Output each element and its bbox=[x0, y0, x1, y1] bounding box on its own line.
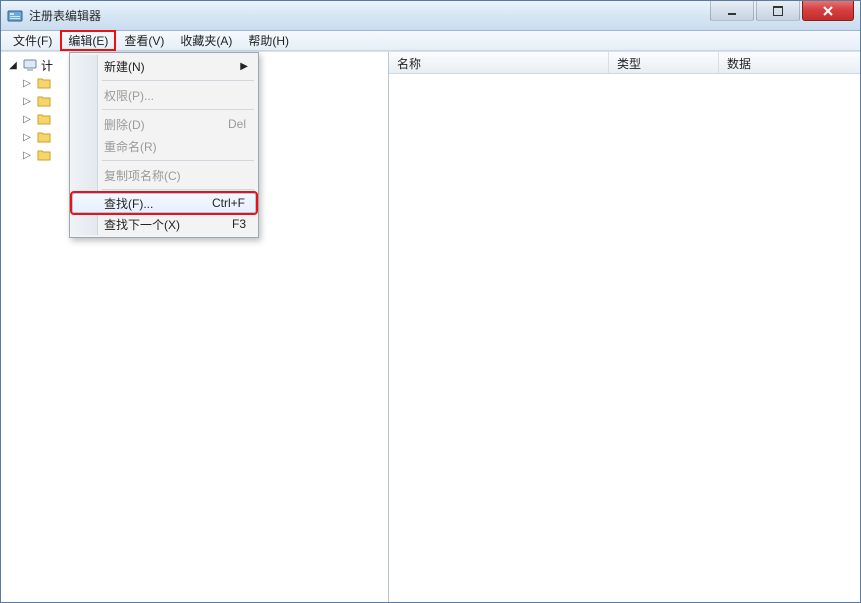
menu-item-permissions[interactable]: 权限(P)... bbox=[72, 84, 256, 106]
collapse-arrow-icon[interactable]: ▷ bbox=[21, 78, 33, 89]
menu-item-label: 重命名(R) bbox=[104, 138, 157, 155]
titlebar-left: 注册表编辑器 bbox=[1, 7, 101, 24]
minimize-icon bbox=[727, 6, 737, 16]
menu-item-find[interactable]: 查找(F)... Ctrl+F bbox=[72, 193, 256, 213]
close-icon bbox=[822, 6, 834, 16]
maximize-icon bbox=[773, 6, 783, 16]
menu-favorites[interactable]: 收藏夹(A) bbox=[172, 30, 240, 51]
edit-dropdown-menu: 新建(N) ▶ 权限(P)... 删除(D) Del 重命名(R) 复制项名称(… bbox=[69, 52, 259, 238]
list-header: 名称 类型 数据 bbox=[389, 52, 860, 74]
folder-icon bbox=[36, 93, 52, 109]
menu-item-delete[interactable]: 删除(D) Del bbox=[72, 113, 256, 135]
menu-item-find-next[interactable]: 查找下一个(X) F3 bbox=[72, 213, 256, 235]
list-pane: 名称 类型 数据 bbox=[389, 52, 860, 602]
menu-separator bbox=[102, 109, 254, 110]
maximize-button[interactable] bbox=[756, 1, 800, 21]
menu-item-copy-key-name[interactable]: 复制项名称(C) bbox=[72, 164, 256, 186]
menu-help[interactable]: 帮助(H) bbox=[240, 30, 297, 51]
window-title: 注册表编辑器 bbox=[29, 7, 101, 24]
menu-item-label: 新建(N) bbox=[104, 58, 145, 75]
menu-item-new[interactable]: 新建(N) ▶ bbox=[72, 55, 256, 77]
menu-item-rename[interactable]: 重命名(R) bbox=[72, 135, 256, 157]
menu-shortcut: Ctrl+F bbox=[212, 196, 245, 210]
column-name[interactable]: 名称 bbox=[389, 52, 609, 73]
menu-shortcut: Del bbox=[228, 117, 246, 131]
close-button[interactable] bbox=[802, 1, 854, 21]
menu-item-label: 查找下一个(X) bbox=[104, 216, 180, 233]
collapse-arrow-icon[interactable]: ▷ bbox=[21, 114, 33, 125]
regedit-app-icon bbox=[7, 8, 23, 24]
expand-arrow-icon[interactable]: ◢ bbox=[7, 60, 19, 71]
tree-pane: ◢ 计 ▷ ▷ ▷ bbox=[1, 52, 389, 602]
menu-separator bbox=[102, 189, 254, 190]
column-data[interactable]: 数据 bbox=[719, 52, 860, 73]
collapse-arrow-icon[interactable]: ▷ bbox=[21, 96, 33, 107]
titlebar: 注册表编辑器 bbox=[1, 1, 860, 31]
submenu-arrow-icon: ▶ bbox=[240, 61, 248, 72]
menu-item-label: 删除(D) bbox=[104, 116, 145, 133]
folder-icon bbox=[36, 147, 52, 163]
tree-root-label: 计 bbox=[41, 57, 53, 74]
menu-shortcut: F3 bbox=[232, 217, 246, 231]
menu-item-label: 查找(F)... bbox=[104, 195, 153, 212]
collapse-arrow-icon[interactable]: ▷ bbox=[21, 132, 33, 143]
folder-icon bbox=[36, 75, 52, 91]
folder-icon bbox=[36, 129, 52, 145]
menu-item-label: 复制项名称(C) bbox=[104, 167, 181, 184]
folder-icon bbox=[36, 111, 52, 127]
menu-item-label: 权限(P)... bbox=[104, 87, 154, 104]
menu-file[interactable]: 文件(F) bbox=[5, 30, 60, 51]
menu-edit[interactable]: 编辑(E) bbox=[60, 30, 116, 51]
client-area: ◢ 计 ▷ ▷ ▷ bbox=[1, 51, 860, 602]
column-type[interactable]: 类型 bbox=[609, 52, 719, 73]
menu-view[interactable]: 查看(V) bbox=[116, 30, 172, 51]
regedit-window: 注册表编辑器 文件(F) 编辑(E) 查看(V) 收藏夹(A) 帮助(H) ◢ bbox=[0, 0, 861, 603]
collapse-arrow-icon[interactable]: ▷ bbox=[21, 150, 33, 161]
minimize-button[interactable] bbox=[710, 1, 754, 21]
menu-separator bbox=[102, 160, 254, 161]
computer-icon bbox=[22, 57, 38, 73]
menubar: 文件(F) 编辑(E) 查看(V) 收藏夹(A) 帮助(H) bbox=[1, 31, 860, 51]
window-controls bbox=[710, 1, 860, 30]
menu-separator bbox=[102, 80, 254, 81]
